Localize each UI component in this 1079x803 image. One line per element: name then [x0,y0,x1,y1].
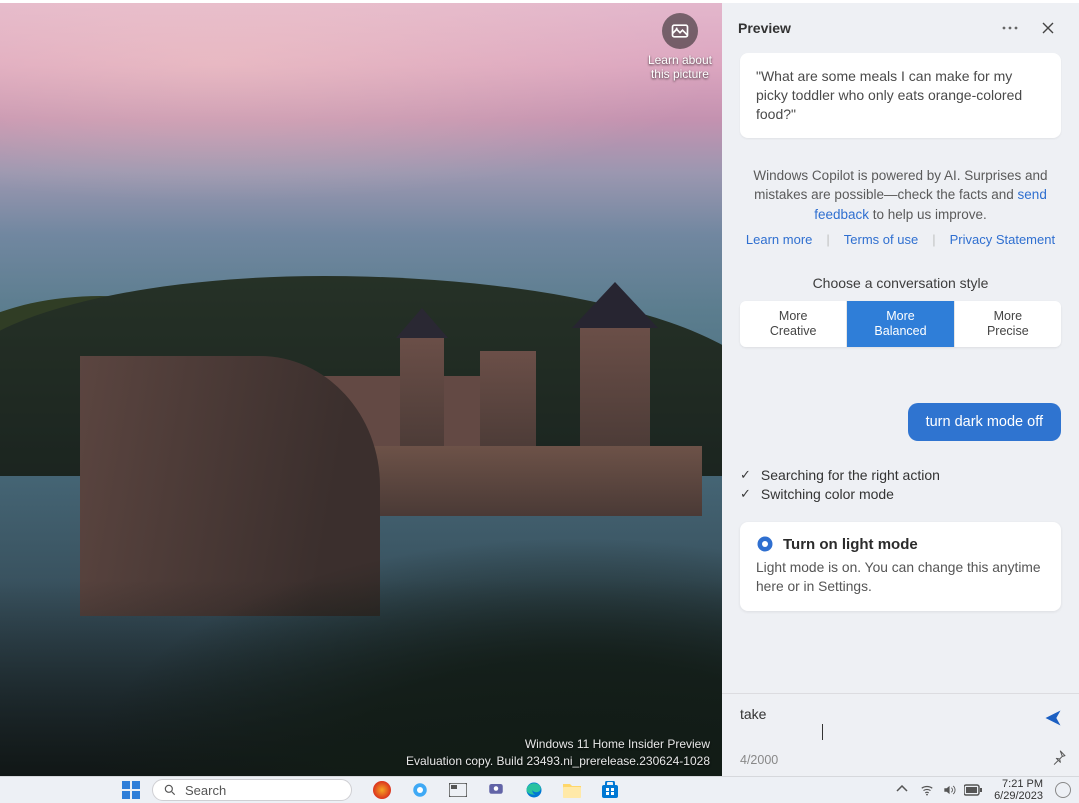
clock[interactable]: 7:21 PM 6/29/2023 [994,778,1043,802]
send-button[interactable] [1043,708,1063,733]
windows-watermark: Windows 11 Home Insider Preview Evaluati… [406,736,710,770]
light-mode-card[interactable]: Turn on light mode Light mode is on. You… [740,522,1061,610]
spotlight-image-icon [662,13,698,49]
more-options-button[interactable] [995,13,1025,43]
start-button[interactable] [118,780,144,800]
volume-icon [942,783,956,797]
close-button[interactable] [1033,13,1063,43]
action-card-title: Turn on light mode [783,536,918,553]
notification-badge[interactable] [1055,782,1071,798]
style-chooser-label: Choose a conversation style [740,275,1061,291]
chat-icon[interactable] [486,780,506,800]
action-card-body: Light mode is on. You can change this an… [756,559,1045,596]
copilot-panel: Preview "What are some meals I can make … [722,3,1079,776]
file-explorer-icon[interactable] [562,780,582,800]
task-view-icon[interactable] [448,780,468,800]
suggestion-card[interactable]: "What are some meals I can make for my p… [740,53,1061,138]
ellipsis-icon [1002,26,1018,30]
checkmark-icon: ✓ [740,467,751,483]
pin-button[interactable] [1051,749,1067,770]
windows-logo-icon [122,781,140,799]
copilot-title: Preview [738,20,791,36]
search-icon [163,783,177,797]
ai-disclaimer: Windows Copilot is powered by AI. Surpri… [748,166,1053,225]
suggestion-text: "What are some meals I can make for my p… [756,68,1022,122]
copilot-taskbar-icon[interactable] [410,780,430,800]
clock-time: 7:21 PM [994,778,1043,790]
clock-date: 6/29/2023 [994,790,1043,802]
copilot-header: Preview [722,3,1079,53]
char-counter: 4/2000 [740,753,778,767]
sky-gradient [0,3,722,203]
style-more-precise[interactable]: More Precise [954,301,1061,347]
style-more-balanced[interactable]: More Balanced [846,301,953,347]
system-tray[interactable] [920,783,982,797]
style-more-creative[interactable]: More Creative [740,301,846,347]
progress-searching: Searching for the right action [761,467,940,483]
learn-more-link[interactable]: Learn more [746,232,812,247]
foreground-foliage [0,496,722,776]
text-caret [822,724,823,740]
close-icon [1042,22,1054,34]
spotlight-learn-button[interactable]: Learn about this picture [648,13,712,82]
user-bubble-text: turn dark mode off [908,403,1061,441]
conversation-style-chooser: More Creative More Balanced More Precise [740,301,1061,347]
footer-links: Learn more | Terms of use | Privacy Stat… [740,232,1061,247]
taskbar: Search 7:21 PM 6/29/2023 [0,776,1079,803]
copilot-conversation[interactable]: "What are some meals I can make for my p… [722,53,1079,693]
privacy-statement-link[interactable]: Privacy Statement [950,232,1056,247]
desktop-wallpaper: Learn about this picture Windows 11 Home… [0,3,722,776]
checkmark-icon: ✓ [740,486,751,502]
spotlight-label-line1: Learn about [648,53,712,67]
user-message: turn dark mode off [740,403,1061,441]
castle-silhouette [80,336,702,516]
watermark-line1: Windows 11 Home Insider Preview [406,736,710,753]
wifi-icon [920,783,934,797]
terms-of-use-link[interactable]: Terms of use [844,232,918,247]
progress-steps: ✓ Searching for the right action ✓ Switc… [740,467,1061,502]
app-icon-1[interactable] [372,780,392,800]
composer: 4/2000 [722,693,1079,776]
settings-icon [756,535,774,553]
edge-icon[interactable] [524,780,544,800]
store-icon[interactable] [600,780,620,800]
search-placeholder: Search [185,783,226,798]
spotlight-label-line2: this picture [648,67,712,81]
taskbar-search[interactable]: Search [152,779,352,801]
message-input[interactable] [740,702,1067,742]
send-icon [1043,708,1063,728]
progress-switching: Switching color mode [761,486,894,502]
battery-icon [964,784,982,796]
pin-icon [1051,749,1067,765]
tray-chevron-icon[interactable] [896,784,908,796]
watermark-line2: Evaluation copy. Build 23493.ni_prerelea… [406,753,710,770]
